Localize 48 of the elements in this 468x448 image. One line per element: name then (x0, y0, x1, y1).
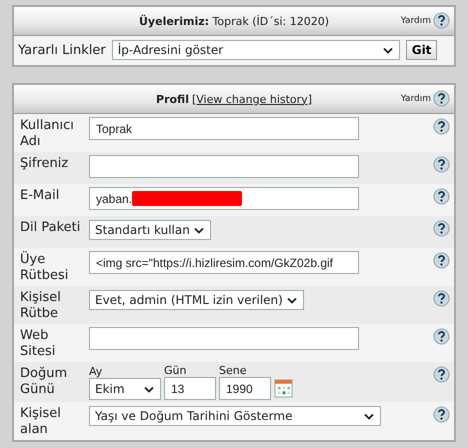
help-icon[interactable] (433, 12, 450, 29)
field-label: E-Mail (20, 188, 60, 204)
month-dropdown[interactable]: Ekim (89, 378, 161, 400)
help-icon[interactable] (433, 252, 450, 269)
field-label: Şifreniz (20, 156, 70, 172)
chevron-icon (194, 226, 204, 234)
input-field[interactable]: <img src="https://i.hizliresim.com/GkZ02b.gif (89, 251, 359, 274)
help-label: Yardım (400, 16, 431, 26)
chevron-icon (364, 412, 374, 420)
dropdown[interactable]: Standartı kullan (89, 220, 211, 240)
dropdown[interactable]: Evet, admin (HTML izin verilen) (89, 290, 304, 310)
dropdown[interactable]: Yaşı ve Doğum Tarihini Gösterme (89, 406, 381, 426)
field-label: Kişisel alan (20, 406, 62, 438)
help-icon[interactable] (433, 220, 450, 237)
links-select[interactable]: İp-Adresini göster (112, 40, 400, 60)
help-icon[interactable] (433, 406, 450, 423)
input-field[interactable]: yaban. (89, 187, 359, 210)
go-button[interactable]: Git (406, 40, 438, 60)
help-label: Yardım (400, 94, 431, 104)
history-link[interactable]: [View change history] (192, 92, 312, 106)
field-label: Web Sitesi (20, 328, 56, 360)
year-label: Sene (219, 365, 248, 377)
help-icon[interactable] (433, 156, 450, 173)
help-icon[interactable] (433, 90, 450, 107)
help-icon[interactable] (433, 118, 450, 135)
help-icon[interactable] (433, 290, 450, 307)
field-label: Kişisel Rütbe (20, 290, 62, 322)
year-field[interactable]: 1990 (219, 377, 271, 400)
field-label: Kullanıcı Adı (20, 118, 75, 150)
input-field[interactable] (89, 327, 359, 350)
help-icon[interactable] (433, 328, 450, 345)
day-field[interactable]: 13 (164, 377, 216, 400)
chevron-icon (144, 386, 154, 392)
day-label: Gün (164, 365, 188, 377)
panel-title: Üyelerimiz: Toprak (İD´si: 12020) (139, 14, 329, 28)
input-field[interactable]: Toprak (89, 117, 359, 140)
calendar-icon[interactable] (274, 379, 293, 398)
field-label: Üye Rütbesi (20, 252, 70, 284)
chevron-icon (382, 46, 393, 54)
month-label: Ay (89, 366, 104, 378)
help-icon[interactable] (433, 366, 450, 383)
panel-title: Profil (156, 92, 189, 106)
links-label: Yararlı Linkler (18, 42, 106, 58)
field-label: Doğum Günü (20, 366, 68, 398)
input-field[interactable] (89, 155, 359, 178)
field-label: Dil Paketi (20, 220, 82, 236)
chevron-icon (286, 296, 297, 304)
help-icon[interactable] (433, 188, 450, 205)
